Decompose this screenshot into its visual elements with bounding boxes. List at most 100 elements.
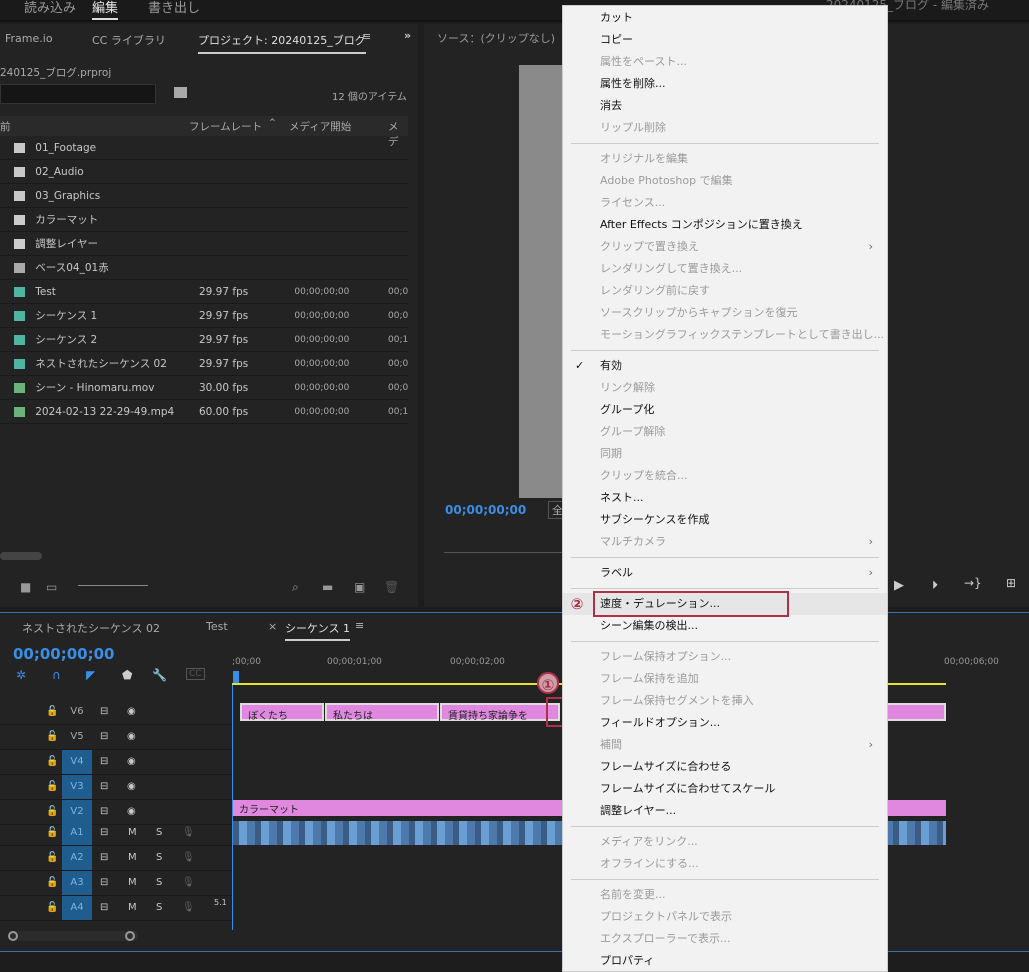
menu-item[interactable]: ネスト... <box>563 487 887 509</box>
lock-icon[interactable]: 🔓 <box>46 781 58 792</box>
clip[interactable]: ぼくたち <box>240 703 324 722</box>
workspace-tab-export[interactable]: 書き出し <box>148 0 200 16</box>
project-item[interactable]: 02_Audio <box>0 160 408 184</box>
tab-sequence-1[interactable]: シーケンス 1 <box>285 620 350 641</box>
lock-icon[interactable]: 🔓 <box>46 731 58 742</box>
menu-item[interactable]: 属性を削除... <box>563 73 887 95</box>
lock-icon[interactable]: 🔓 <box>46 806 58 817</box>
project-item[interactable]: シーケンス 1 29.97 fps 00;00;00;00 00;0 <box>0 304 408 328</box>
menu-item[interactable]: サブシーケンスを作成 <box>563 509 887 531</box>
menu-item[interactable]: ソースクリップからキャプションを復元 <box>563 302 887 324</box>
zoom-slider[interactable] <box>78 585 148 586</box>
solo-button[interactable]: S <box>156 902 162 913</box>
sync-lock-icon[interactable]: ⊟ <box>100 806 108 817</box>
panel-menu-icon[interactable]: ≡ <box>362 30 371 43</box>
column-framerate[interactable]: フレームレート <box>189 119 262 134</box>
lock-icon[interactable]: 🔓 <box>46 852 58 863</box>
find-icon[interactable]: ⌕ <box>292 580 299 595</box>
more-panels-icon[interactable]: » <box>404 29 411 42</box>
lock-icon[interactable]: 🔓 <box>46 902 58 913</box>
tab-test[interactable]: Test <box>206 620 228 633</box>
linked-selection-icon[interactable]: ◤ <box>86 668 95 682</box>
captions-icon[interactable]: CC <box>186 668 205 680</box>
solo-button[interactable]: S <box>156 852 162 863</box>
menu-item[interactable]: クリップで置き換え › <box>563 236 887 258</box>
menu-item[interactable]: マルチカメラ › <box>563 531 887 553</box>
track-target[interactable]: A2 <box>62 846 92 870</box>
menu-item[interactable]: カット <box>563 7 887 29</box>
bin-search-icon[interactable] <box>174 87 187 98</box>
tab-cc-libraries[interactable]: CC ライブラリ <box>92 32 166 48</box>
mute-button[interactable]: M <box>128 827 137 838</box>
microphone-icon[interactable]: 🎙 <box>182 852 195 863</box>
menu-item[interactable]: 補間 › <box>563 734 887 756</box>
lock-icon[interactable]: 🔓 <box>46 756 58 767</box>
menu-item[interactable]: フィールドオプション... <box>563 712 887 734</box>
menu-item[interactable]: フレームサイズに合わせてスケール <box>563 778 887 800</box>
menu-item[interactable]: シーン編集の検出... <box>563 615 887 637</box>
column-media-start[interactable]: メディア開始 <box>289 119 351 134</box>
menu-item[interactable]: 調整レイヤー... <box>563 800 887 822</box>
project-item[interactable]: ベース04_01赤 <box>0 256 408 280</box>
menu-item[interactable]: モーショングラフィックステンプレートとして書き出し... <box>563 324 887 346</box>
menu-item[interactable]: グループ化 <box>563 399 887 421</box>
clip[interactable]: 賃貸持ち家論争を <box>440 703 560 722</box>
overwrite-icon[interactable]: ⊞ <box>1006 576 1016 590</box>
menu-item[interactable]: ラベル › <box>563 562 887 584</box>
menu-item[interactable]: フレーム保持を追加 <box>563 668 887 690</box>
eye-icon[interactable]: ◉ <box>127 731 136 742</box>
sync-lock-icon[interactable]: ⊟ <box>100 852 108 863</box>
project-item[interactable]: ネストされたシーケンス 02 29.97 fps 00;00;00;00 00;… <box>0 352 408 376</box>
menu-item[interactable]: オフラインにする... <box>563 853 887 875</box>
workspace-tab-import[interactable]: 読み込み <box>24 0 76 16</box>
project-item[interactable]: 調整レイヤー <box>0 232 408 256</box>
source-scrubber[interactable] <box>444 552 574 553</box>
track-target[interactable]: V5 <box>62 725 92 749</box>
source-timecode[interactable]: 00;00;00;00 <box>445 503 526 517</box>
solo-button[interactable]: S <box>156 877 162 888</box>
solo-button[interactable]: S <box>156 827 162 838</box>
microphone-icon[interactable]: 🎙 <box>182 902 195 913</box>
menu-item[interactable]: グループ解除 <box>563 421 887 443</box>
freeform-view-icon[interactable]: ▭ <box>46 580 57 594</box>
new-item-icon[interactable]: ▣ <box>354 580 365 594</box>
menu-item[interactable]: リンク解除 <box>563 377 887 399</box>
mute-button[interactable]: M <box>128 852 137 863</box>
menu-item[interactable]: プロパティ <box>563 950 887 972</box>
track-target[interactable]: V6 <box>62 700 92 724</box>
add-marker-icon[interactable]: ⬟ <box>122 668 132 682</box>
menu-item[interactable]: フレーム保持オプション... <box>563 646 887 668</box>
menu-item[interactable]: コピー <box>563 29 887 51</box>
menu-item[interactable]: プロジェクトパネルで表示 <box>563 906 887 928</box>
search-input[interactable] <box>0 84 156 104</box>
mute-button[interactable]: M <box>128 902 137 913</box>
step-forward-icon[interactable]: ⏵ <box>932 578 938 593</box>
sync-lock-icon[interactable]: ⊟ <box>100 731 108 742</box>
menu-item[interactable]: 消去 <box>563 95 887 117</box>
menu-item[interactable]: ライセンス... <box>563 192 887 214</box>
lock-icon[interactable]: 🔓 <box>46 827 58 838</box>
menu-item[interactable]: 名前を変更... <box>563 884 887 906</box>
sync-lock-icon[interactable]: ⊟ <box>100 706 108 717</box>
menu-item[interactable]: エクスプローラーで表示... <box>563 928 887 950</box>
project-item[interactable]: カラーマット <box>0 208 408 232</box>
eye-icon[interactable]: ◉ <box>127 806 136 817</box>
panel-menu-icon[interactable]: ≡ <box>355 619 364 632</box>
wrench-icon[interactable]: 🔧 <box>152 668 167 682</box>
menu-item[interactable]: レンダリングして置き換え... <box>563 258 887 280</box>
scroll-handle-left[interactable] <box>8 931 18 941</box>
close-tab-icon[interactable]: × <box>268 620 277 633</box>
project-item[interactable]: 03_Graphics <box>0 184 408 208</box>
project-item[interactable]: シーン - Hinomaru.mov 30.00 fps 00;00;00;00… <box>0 376 408 400</box>
project-item[interactable]: Test 29.97 fps 00;00;00;00 00;0 <box>0 280 408 304</box>
menu-item[interactable]: 同期 <box>563 443 887 465</box>
tab-project[interactable]: プロジェクト: 20240125_ブログ <box>198 32 366 54</box>
menu-item[interactable]: Adobe Photoshop で編集 <box>563 170 887 192</box>
clip[interactable] <box>880 703 946 721</box>
menu-item[interactable]: メディアをリンク... <box>563 831 887 853</box>
tab-frameio[interactable]: Frame.io <box>5 32 53 45</box>
project-item[interactable]: シーケンス 2 29.97 fps 00;00;00;00 00;1 <box>0 328 408 352</box>
eye-icon[interactable]: ◉ <box>127 781 136 792</box>
lock-icon[interactable]: 🔓 <box>46 877 58 888</box>
column-name[interactable]: 前 <box>0 119 11 134</box>
